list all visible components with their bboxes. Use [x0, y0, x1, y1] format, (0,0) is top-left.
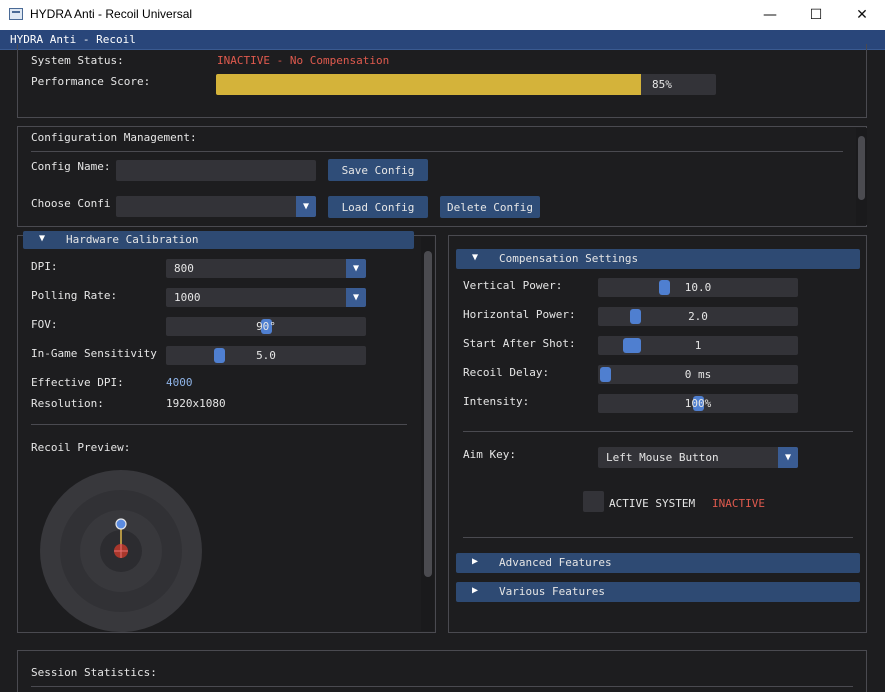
- dpi-combo[interactable]: 800 ▼: [166, 259, 366, 278]
- delete-config-button[interactable]: Delete Config: [440, 196, 540, 218]
- config-scrollbar-thumb[interactable]: [858, 136, 865, 200]
- resolution-label: Resolution:: [31, 397, 104, 410]
- app-icon: [9, 8, 23, 20]
- sensitivity-label: In-Game Sensitivity: [31, 347, 157, 360]
- hardware-calibration-header[interactable]: ▼ Hardware Calibration: [23, 231, 414, 249]
- minimize-button[interactable]: —: [747, 0, 793, 30]
- save-config-button[interactable]: Save Config: [328, 159, 428, 181]
- load-config-button[interactable]: Load Config: [328, 196, 428, 218]
- vertical-power-slider[interactable]: 10.0: [598, 278, 798, 297]
- compensation-separator-2: [463, 537, 853, 538]
- system-status-value: INACTIVE - No Compensation: [217, 54, 390, 67]
- collapse-open-icon: ▼: [39, 233, 46, 244]
- recoil-end-dot: [115, 518, 127, 530]
- maximize-button[interactable]: ☐: [793, 0, 839, 30]
- choose-config-combo[interactable]: ▼: [116, 196, 316, 217]
- hardware-scrollbar[interactable]: [421, 237, 434, 631]
- performance-score-value: 85%: [652, 78, 672, 91]
- config-name-label: Config Name:: [31, 160, 111, 173]
- sensitivity-slider[interactable]: 5.0: [166, 346, 366, 365]
- hardware-scrollbar-thumb[interactable]: [424, 251, 432, 577]
- config-name-input[interactable]: [116, 160, 316, 181]
- various-features-header[interactable]: ▶ Various Features: [456, 582, 860, 602]
- collapse-open-icon: ▼: [472, 252, 479, 263]
- active-system-checkbox[interactable]: [583, 491, 604, 512]
- resolution-value: 1920x1080: [166, 397, 226, 410]
- system-status-label: System Status:: [31, 54, 124, 67]
- vertical-power-label: Vertical Power:: [463, 279, 563, 292]
- start-after-shot-slider[interactable]: 1: [598, 336, 798, 355]
- window-title: HYDRA Anti - Recoil Universal: [30, 7, 193, 21]
- window-title-bar: HYDRA Anti - Recoil Universal — ☐ ✕: [0, 0, 885, 30]
- horizontal-power-slider[interactable]: 2.0: [598, 307, 798, 326]
- active-system-label: ACTIVE SYSTEM: [609, 497, 696, 510]
- recoil-preview-target: [40, 470, 202, 632]
- fov-label: FOV:: [31, 318, 58, 331]
- aim-key-label: Aim Key:: [463, 448, 516, 461]
- chevron-down-icon[interactable]: ▼: [346, 288, 366, 307]
- horizontal-power-label: Horizontal Power:: [463, 308, 576, 321]
- config-section-title: Configuration Management:: [31, 131, 197, 144]
- recoil-delay-label: Recoil Delay:: [463, 366, 550, 379]
- close-button[interactable]: ✕: [839, 0, 885, 30]
- advanced-features-header[interactable]: ▶ Advanced Features: [456, 553, 860, 573]
- effective-dpi-label: Effective DPI:: [31, 376, 124, 389]
- compensation-settings-header[interactable]: ▼ Compensation Settings: [456, 249, 860, 269]
- intensity-label: Intensity:: [463, 395, 530, 408]
- dpi-label: DPI:: [31, 260, 58, 273]
- performance-score-label: Performance Score:: [31, 75, 151, 88]
- aim-key-combo[interactable]: Left Mouse Button ▼: [598, 447, 798, 468]
- collapse-closed-icon: ▶: [472, 556, 479, 567]
- performance-progress-bar: 85%: [216, 74, 716, 95]
- fov-slider[interactable]: 90°: [166, 317, 366, 336]
- intensity-slider[interactable]: 100%: [598, 394, 798, 413]
- polling-rate-label: Polling Rate:: [31, 289, 118, 302]
- chevron-down-icon[interactable]: ▼: [346, 259, 366, 278]
- active-system-status: INACTIVE: [712, 497, 765, 510]
- collapse-closed-icon: ▶: [472, 585, 479, 596]
- hardware-separator: [31, 424, 407, 425]
- config-scrollbar[interactable]: [856, 128, 867, 225]
- choose-config-label: Choose Confi: [31, 197, 111, 210]
- recoil-delay-slider[interactable]: 0 ms: [598, 365, 798, 384]
- performance-progress-fill: [216, 74, 641, 95]
- session-statistics-title: Session Statistics:: [31, 666, 157, 679]
- config-separator: [31, 151, 843, 152]
- session-separator: [31, 686, 853, 687]
- compensation-separator-1: [463, 431, 853, 432]
- polling-rate-combo[interactable]: 1000 ▼: [166, 288, 366, 307]
- start-after-shot-label: Start After Shot:: [463, 337, 576, 350]
- chevron-down-icon[interactable]: ▼: [296, 196, 316, 217]
- effective-dpi-value: 4000: [166, 376, 193, 389]
- recoil-preview-label: Recoil Preview:: [31, 441, 131, 454]
- chevron-down-icon[interactable]: ▼: [778, 447, 798, 468]
